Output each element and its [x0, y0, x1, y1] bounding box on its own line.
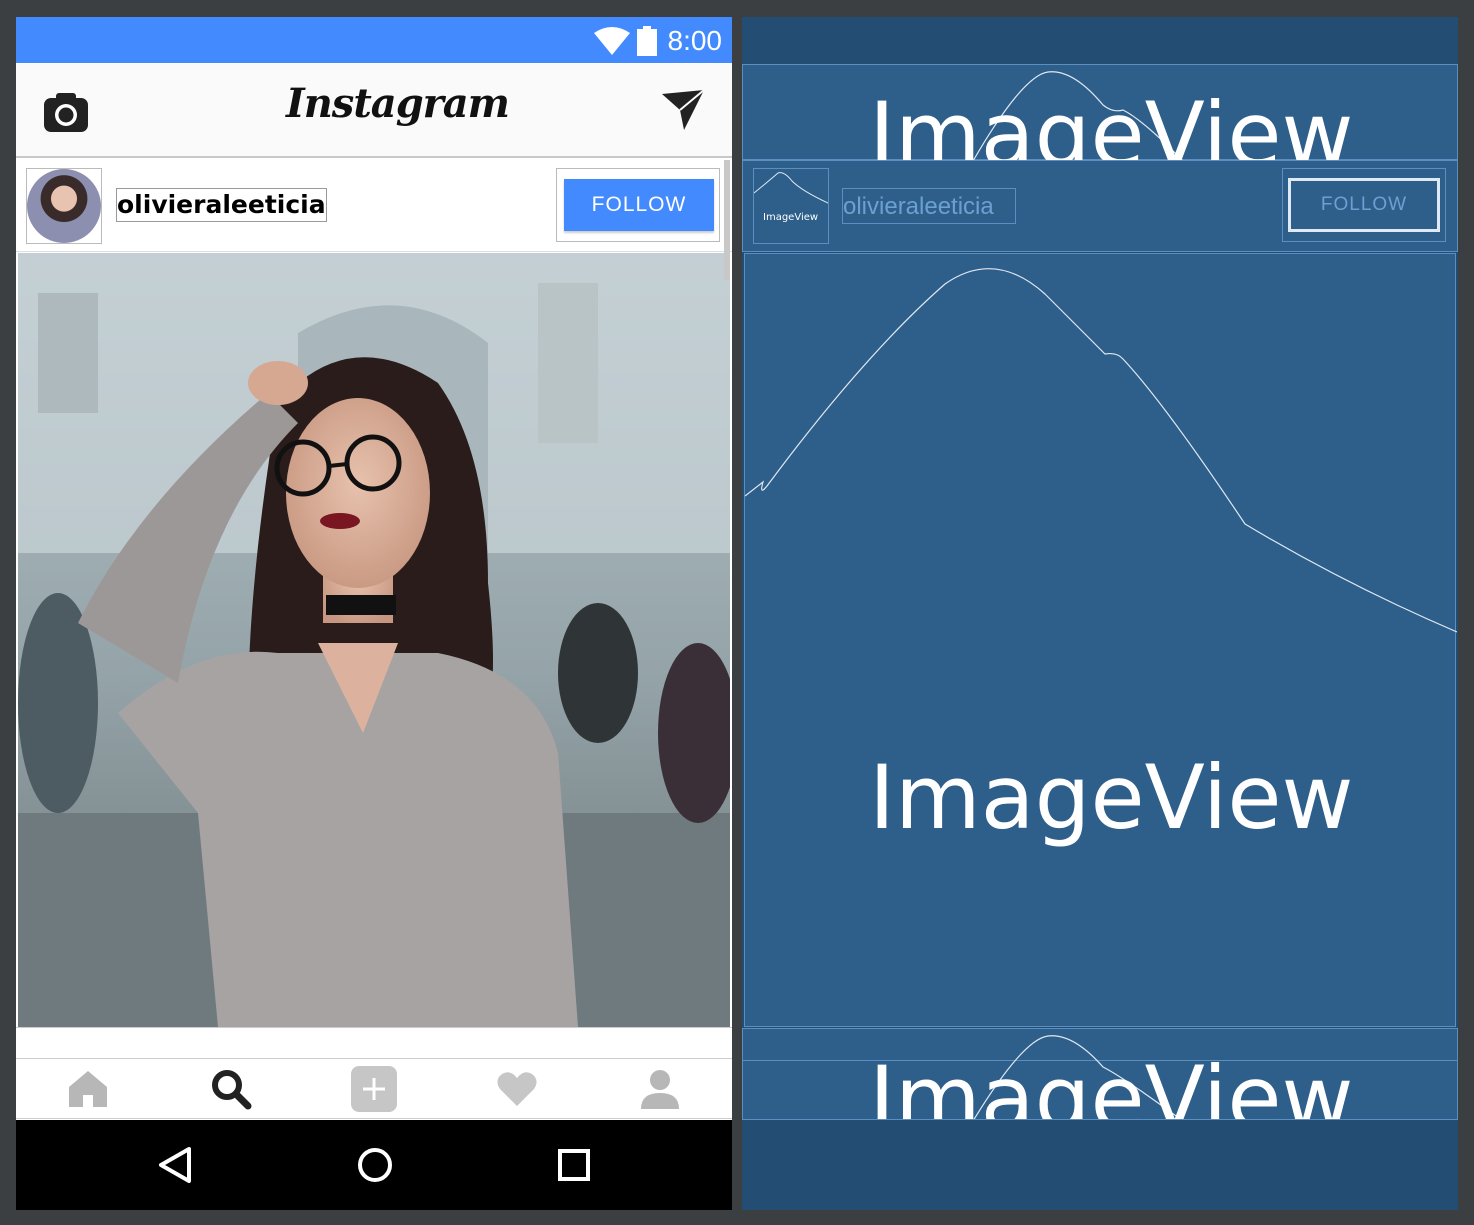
- heart-icon: [497, 1071, 537, 1106]
- blueprint-avatar-label: ImageView: [763, 212, 819, 223]
- home-icon: [68, 1070, 107, 1107]
- app-toolbar: Instagram: [16, 64, 732, 158]
- bottom-tab-bar: [16, 1059, 732, 1119]
- wifi-icon: [593, 27, 630, 55]
- recents-icon[interactable]: [557, 1148, 591, 1182]
- add-icon: [350, 1065, 397, 1112]
- tab-activity[interactable]: [487, 1064, 547, 1114]
- blueprint-preview: ImageView ImageView olivieraleeticia FOL…: [742, 17, 1458, 1210]
- post-spacer: [16, 1027, 732, 1059]
- battery-icon: [636, 26, 657, 56]
- blueprint-footer-imageview[interactable]: ImageView: [742, 1028, 1458, 1120]
- system-nav-bar: [16, 1120, 732, 1210]
- blueprint-follow-button[interactable]: FOLLOW: [1288, 178, 1440, 232]
- avatar-frame: [26, 168, 102, 244]
- blueprint-header-imageview[interactable]: ImageView: [742, 64, 1458, 186]
- design-preview: 8:00 Instagram olivieraleeticia FOLLOW: [16, 17, 732, 1210]
- username-label[interactable]: olivieraleeticia: [116, 188, 327, 222]
- blueprint-footer-label: ImageView: [869, 1047, 1354, 1120]
- tab-search[interactable]: [201, 1064, 261, 1114]
- scrollbar[interactable]: [724, 160, 730, 280]
- blueprint-photo-label: ImageView: [869, 746, 1354, 849]
- back-icon[interactable]: [157, 1145, 193, 1185]
- tab-add[interactable]: [344, 1064, 404, 1114]
- post-photo[interactable]: [18, 253, 730, 1027]
- status-bar: 8:00: [16, 17, 732, 63]
- instagram-logo: Instagram: [286, 80, 510, 127]
- tab-home[interactable]: [58, 1064, 118, 1114]
- follow-button-frame: FOLLOW: [556, 168, 720, 242]
- camera-icon[interactable]: [42, 90, 90, 134]
- post-header: olivieraleeticia FOLLOW: [16, 160, 732, 252]
- home-circle-icon[interactable]: [356, 1146, 394, 1184]
- post-photo-image: [18, 253, 730, 1027]
- blueprint-photo-imageview[interactable]: ImageView: [744, 253, 1457, 1027]
- tab-profile[interactable]: [630, 1064, 690, 1114]
- avatar[interactable]: [27, 169, 101, 243]
- send-icon[interactable]: [660, 88, 706, 132]
- status-time: 8:00: [667, 25, 723, 56]
- blueprint-avatar-imageview[interactable]: ImageView: [753, 168, 829, 244]
- follow-button[interactable]: FOLLOW: [564, 179, 714, 231]
- search-icon: [211, 1069, 252, 1109]
- profile-icon: [641, 1069, 680, 1109]
- blueprint-username[interactable]: olivieraleeticia: [842, 188, 1016, 224]
